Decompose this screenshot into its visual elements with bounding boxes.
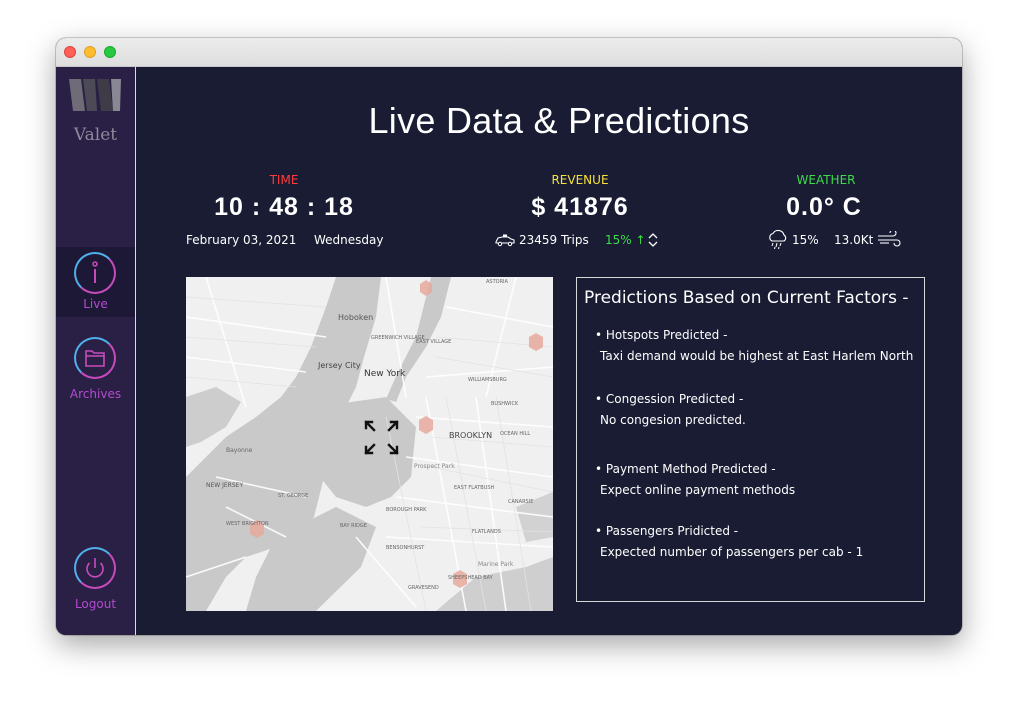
main-content: Live Data & Predictions TIME 10 : 48 : 1… (136, 67, 962, 635)
map-label: ASTORIA (486, 279, 508, 285)
map-label: Hoboken (338, 313, 374, 322)
revenue-value: $ 41876 (531, 193, 629, 221)
map-label: CANARSIE (508, 499, 534, 505)
map-label: New York (364, 369, 406, 379)
logo-text: Valet (73, 125, 118, 145)
taxi-icon (495, 234, 515, 247)
prediction-text: Expected number of passengers per cab - … (600, 545, 864, 559)
map-label: OCEAN HILL (500, 431, 531, 437)
map-label: Bayonne (226, 447, 253, 454)
precipitation-text: 15% (792, 233, 819, 247)
rain-cloud-icon (769, 229, 787, 250)
minimize-window-button[interactable] (84, 46, 96, 58)
power-icon (74, 547, 116, 589)
map-label: Marine Park (478, 561, 514, 568)
map-label: ST. GEORGE (278, 493, 309, 499)
sidebar-item-live[interactable]: Live (56, 247, 135, 317)
title-bar (56, 38, 962, 67)
wind-text: 13.0Kt (834, 233, 874, 247)
trips-text: 23459 Trips (519, 233, 589, 247)
time-label: TIME (269, 173, 299, 187)
prediction-text: Taxi demand would be highest at East Har… (600, 349, 914, 363)
sidebar-item-label: Archives (69, 387, 122, 401)
prediction-heading: • Hotspots Predicted - (595, 328, 728, 342)
wind-icon (878, 231, 901, 247)
prediction-heading: • Passengers Pridicted - (595, 524, 739, 538)
trips-change: 15% ↑ (605, 233, 646, 247)
map-label: BROOKLYN (449, 431, 493, 440)
sidebar-item-label: Live (83, 297, 108, 311)
map-label: BAY RIDGE (340, 523, 367, 529)
sidebar-item-logout[interactable]: Logout (56, 545, 135, 615)
page-title: Live Data & Predictions (368, 100, 750, 141)
time-value: 10 : 48 : 18 (214, 193, 354, 221)
map-label: EAST FLATBUSH (454, 485, 495, 491)
revenue-label: REVENUE (551, 173, 609, 187)
map-label: BOROUGH PARK (386, 507, 427, 513)
close-window-button[interactable] (64, 46, 76, 58)
weather-label: WEATHER (796, 173, 856, 187)
prediction-heading: • Payment Method Predicted - (595, 462, 776, 476)
folder-icon (74, 337, 116, 379)
predictions-panel: Predictions Based on Current Factors - •… (576, 277, 925, 602)
map-label: GRAVESEND (408, 585, 439, 591)
predictions-title: Predictions Based on Current Factors - (584, 288, 909, 308)
map-label: BUSHWICK (491, 401, 519, 407)
weekday-text: Wednesday (314, 233, 384, 247)
map-label: WEST BRIGHTON (226, 521, 269, 527)
map-label: NEW JERSEY (206, 482, 244, 489)
sidebar: Valet Live Archives Logout (56, 67, 136, 635)
map-label: BENSONHURST (386, 545, 425, 551)
map-label: Jersey City (318, 361, 361, 370)
map-label: WILLIAMSBURG (468, 377, 507, 383)
app-window: Valet Live Archives Logout Live Data & P… (56, 38, 962, 635)
map-label: FLATLANDS (472, 529, 501, 535)
weather-value: 0.0° C (786, 193, 862, 221)
valet-logo-icon (69, 79, 121, 111)
date-text: February 03, 2021 (186, 233, 297, 247)
hotspot-map[interactable]: Hoboken Jersey City New York BROOKLYN NE… (186, 277, 553, 611)
sidebar-item-label: Logout (74, 597, 117, 611)
map-label: SHEEPSHEAD BAY (448, 575, 493, 581)
map-label: EAST VILLAGE (416, 339, 452, 345)
map-label: Prospect Park (414, 463, 455, 470)
prediction-heading: • Congession Predicted - (595, 392, 744, 406)
prediction-text: No congesion predicted. (600, 413, 746, 427)
sidebar-item-archives[interactable]: Archives (56, 335, 135, 405)
sort-toggle-icon[interactable] (647, 232, 659, 248)
info-icon (74, 252, 116, 294)
maximize-window-button[interactable] (104, 46, 116, 58)
prediction-text: Expect online payment methods (600, 483, 796, 497)
